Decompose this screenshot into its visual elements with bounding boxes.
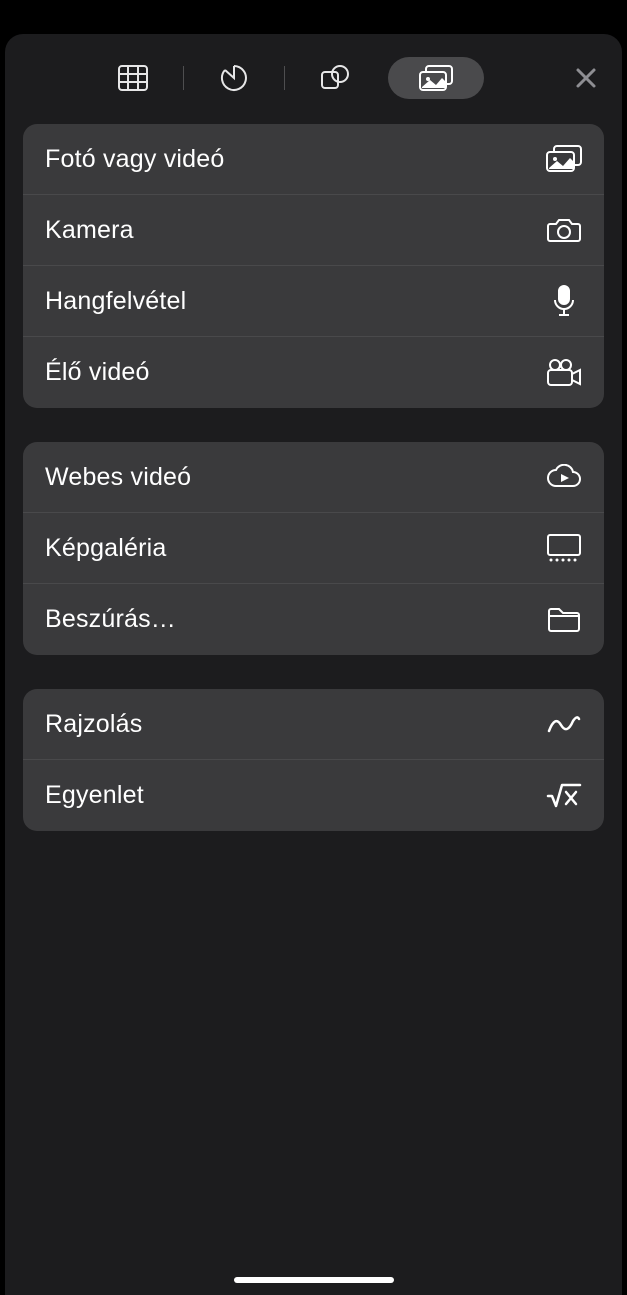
group-draw: Rajzolás Egyenlet: [23, 689, 604, 831]
tab-tables[interactable]: [85, 57, 181, 99]
row-image-gallery[interactable]: Képgaléria: [23, 513, 604, 584]
media-tab-icon: [419, 65, 453, 91]
row-live-video[interactable]: Élő videó: [23, 337, 604, 408]
row-label: Képgaléria: [45, 534, 546, 563]
equation-icon: [546, 778, 582, 814]
table-icon: [118, 65, 148, 91]
insert-media-sheet: Fotó vagy videó Kamera: [5, 34, 622, 1295]
row-label: Kamera: [45, 216, 546, 245]
photo-video-icon: [546, 141, 582, 177]
row-drawing[interactable]: Rajzolás: [23, 689, 604, 760]
row-label: Egyenlet: [45, 781, 546, 810]
close-icon: [575, 67, 597, 89]
shapes-icon: [320, 64, 350, 92]
scribble-icon: [546, 706, 582, 742]
row-label: Beszúrás…: [45, 605, 546, 634]
tab-media[interactable]: [388, 57, 484, 99]
category-segmented-control: [21, 54, 548, 102]
close-button[interactable]: [566, 58, 606, 98]
folder-icon: [546, 602, 582, 638]
sheet-header: [5, 44, 622, 124]
row-label: Élő videó: [45, 358, 546, 387]
home-indicator: [234, 1277, 394, 1283]
row-web-video[interactable]: Webes videó: [23, 442, 604, 513]
tab-charts[interactable]: [186, 57, 282, 99]
video-camera-icon: [546, 355, 582, 391]
row-label: Hangfelvétel: [45, 287, 546, 316]
chart-pie-icon: [220, 64, 248, 92]
group-web: Webes videó Képgaléria: [23, 442, 604, 655]
row-label: Webes videó: [45, 463, 546, 492]
row-label: Rajzolás: [45, 710, 546, 739]
row-photo-video[interactable]: Fotó vagy videó: [23, 124, 604, 195]
row-camera[interactable]: Kamera: [23, 195, 604, 266]
row-label: Fotó vagy videó: [45, 145, 546, 174]
row-insert-from[interactable]: Beszúrás…: [23, 584, 604, 655]
tab-shapes[interactable]: [287, 57, 383, 99]
gallery-icon: [546, 530, 582, 566]
camera-icon: [546, 212, 582, 248]
group-media: Fotó vagy videó Kamera: [23, 124, 604, 408]
row-equation[interactable]: Egyenlet: [23, 760, 604, 831]
sheet-content: Fotó vagy videó Kamera: [5, 124, 622, 831]
row-audio-record[interactable]: Hangfelvétel: [23, 266, 604, 337]
cloud-play-icon: [546, 459, 582, 495]
microphone-icon: [546, 283, 582, 319]
